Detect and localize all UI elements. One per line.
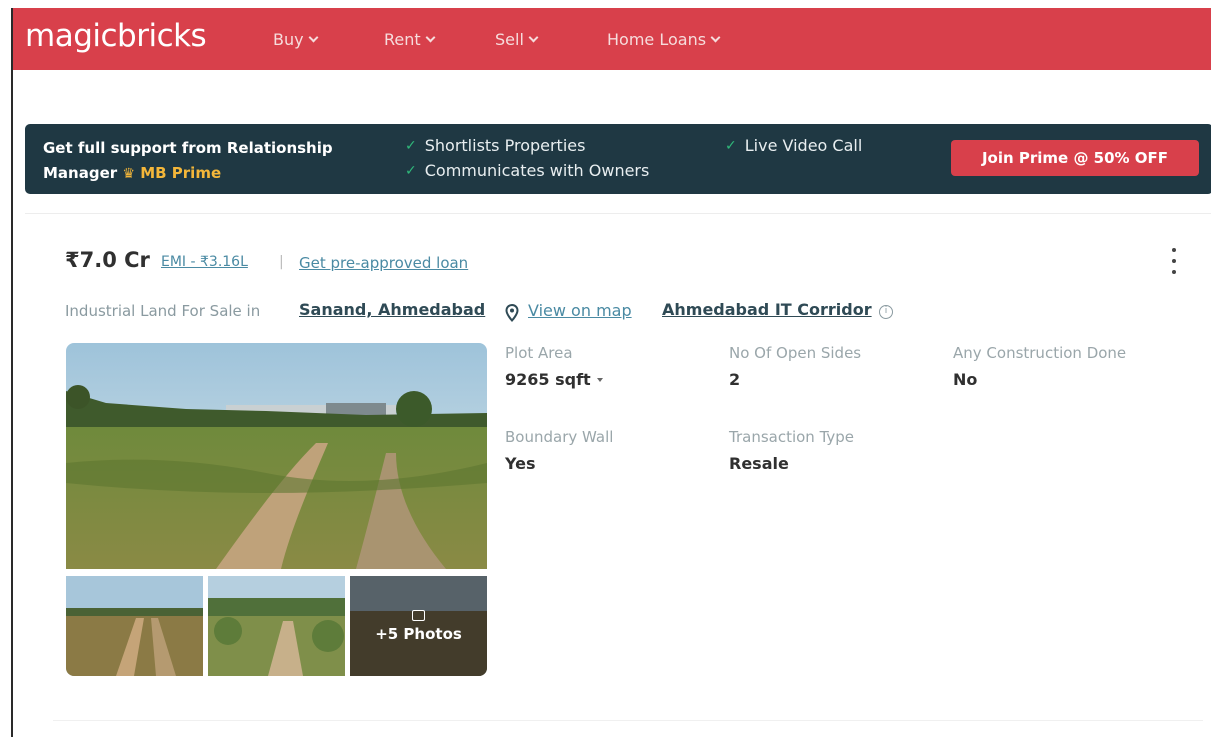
- feature-label: Live Video Call: [744, 136, 863, 155]
- spec-value: Resale: [729, 454, 789, 473]
- crown-icon: ♛: [122, 166, 135, 182]
- nav-rent-label: Rent: [384, 30, 421, 49]
- spec-value: No: [953, 370, 978, 389]
- plot-area-value: 9265 sqft: [505, 370, 591, 389]
- nav-rent[interactable]: Rent: [384, 30, 436, 49]
- spec-open-sides: No Of Open Sides 2: [729, 344, 861, 389]
- nav-sell[interactable]: Sell: [495, 30, 539, 49]
- chevron-down-icon: [528, 32, 539, 43]
- spec-construction-done: Any Construction Done No: [953, 344, 1126, 389]
- banner-title-line2: Manager ♛ MB Prime: [43, 161, 373, 187]
- feature-video-call: ✓ Live Video Call: [725, 136, 862, 155]
- thumbnail-photo-more[interactable]: +5 Photos: [350, 576, 487, 676]
- chevron-down-icon: [425, 32, 436, 43]
- nav-buy-label: Buy: [273, 30, 304, 49]
- spec-label: Plot Area: [505, 344, 573, 362]
- listing-price: ₹7.0 Cr: [65, 248, 150, 272]
- pre-approved-loan-link[interactable]: Get pre-approved loan: [299, 254, 468, 272]
- locality-link[interactable]: Sanand, Ahmedabad: [299, 300, 485, 319]
- divider: [25, 213, 1211, 214]
- spec-label: No Of Open Sides: [729, 344, 862, 362]
- divider: [53, 720, 1203, 721]
- more-photos-overlay[interactable]: +5 Photos: [350, 576, 487, 676]
- spec-plot-area: Plot Area 9265 sqft: [505, 344, 603, 389]
- spec-boundary-wall: Boundary Wall Yes: [505, 428, 613, 473]
- spec-value[interactable]: 9265 sqft: [505, 370, 603, 389]
- magicbricks-logo[interactable]: magicbricks: [25, 18, 207, 54]
- main-property-photo[interactable]: [66, 343, 487, 569]
- feature-label: Communicates with Owners: [424, 161, 650, 180]
- emi-link[interactable]: EMI - ₹3.16L: [161, 254, 248, 270]
- info-icon[interactable]: i: [879, 305, 893, 319]
- spec-transaction-type: Transaction Type Resale: [729, 428, 854, 473]
- separator: |: [279, 254, 284, 270]
- spec-label: Transaction Type: [729, 428, 855, 446]
- feature-shortlists: ✓ Shortlists Properties: [405, 136, 585, 155]
- feature-communicates: ✓ Communicates with Owners: [405, 161, 649, 180]
- spec-label: Boundary Wall: [505, 428, 614, 446]
- page-frame: magicbricks Buy Rent Sell Home Loans Get…: [11, 8, 1211, 737]
- nav-buy[interactable]: Buy: [273, 30, 319, 49]
- view-on-map-link[interactable]: View on map: [528, 301, 632, 320]
- banner-title-manager: Manager: [43, 164, 118, 182]
- thumbnail-photo-1[interactable]: [66, 576, 203, 676]
- photo-icon: [412, 609, 425, 621]
- thumbnail-photo-2[interactable]: [208, 576, 345, 676]
- banner-title: Get full support from Relationship Manag…: [43, 136, 373, 187]
- field-photo-image: [66, 343, 487, 569]
- thumbnail-image: [66, 576, 203, 676]
- map-pin-icon: [505, 304, 519, 322]
- listing-subtitle: Industrial Land For Sale in: [65, 302, 261, 320]
- top-navbar: magicbricks Buy Rent Sell Home Loans: [13, 8, 1211, 70]
- check-icon: ✓: [405, 137, 417, 154]
- check-icon: ✓: [725, 137, 737, 154]
- thumbnail-image: [208, 576, 345, 676]
- more-photos-label: +5 Photos: [375, 624, 462, 643]
- nav-sell-label: Sell: [495, 30, 524, 49]
- nav-home-loans-label: Home Loans: [607, 30, 707, 49]
- more-options-icon[interactable]: [1169, 248, 1179, 274]
- check-icon: ✓: [405, 162, 417, 179]
- mb-prime-label: MB Prime: [140, 164, 222, 182]
- spec-value: 2: [729, 370, 741, 389]
- prime-banner: Get full support from Relationship Manag…: [25, 124, 1211, 194]
- chevron-down-icon: [308, 32, 319, 43]
- spec-value: Yes: [505, 454, 536, 473]
- join-prime-button[interactable]: Join Prime @ 50% OFF: [951, 140, 1199, 176]
- spec-label: Any Construction Done: [953, 344, 1127, 362]
- banner-title-line1: Get full support from Relationship: [43, 139, 333, 157]
- nav-home-loans[interactable]: Home Loans: [607, 30, 721, 49]
- caret-down-icon[interactable]: [596, 377, 603, 382]
- corridor-link[interactable]: Ahmedabad IT Corridor: [662, 300, 872, 319]
- feature-label: Shortlists Properties: [424, 136, 586, 155]
- chevron-down-icon: [710, 32, 721, 43]
